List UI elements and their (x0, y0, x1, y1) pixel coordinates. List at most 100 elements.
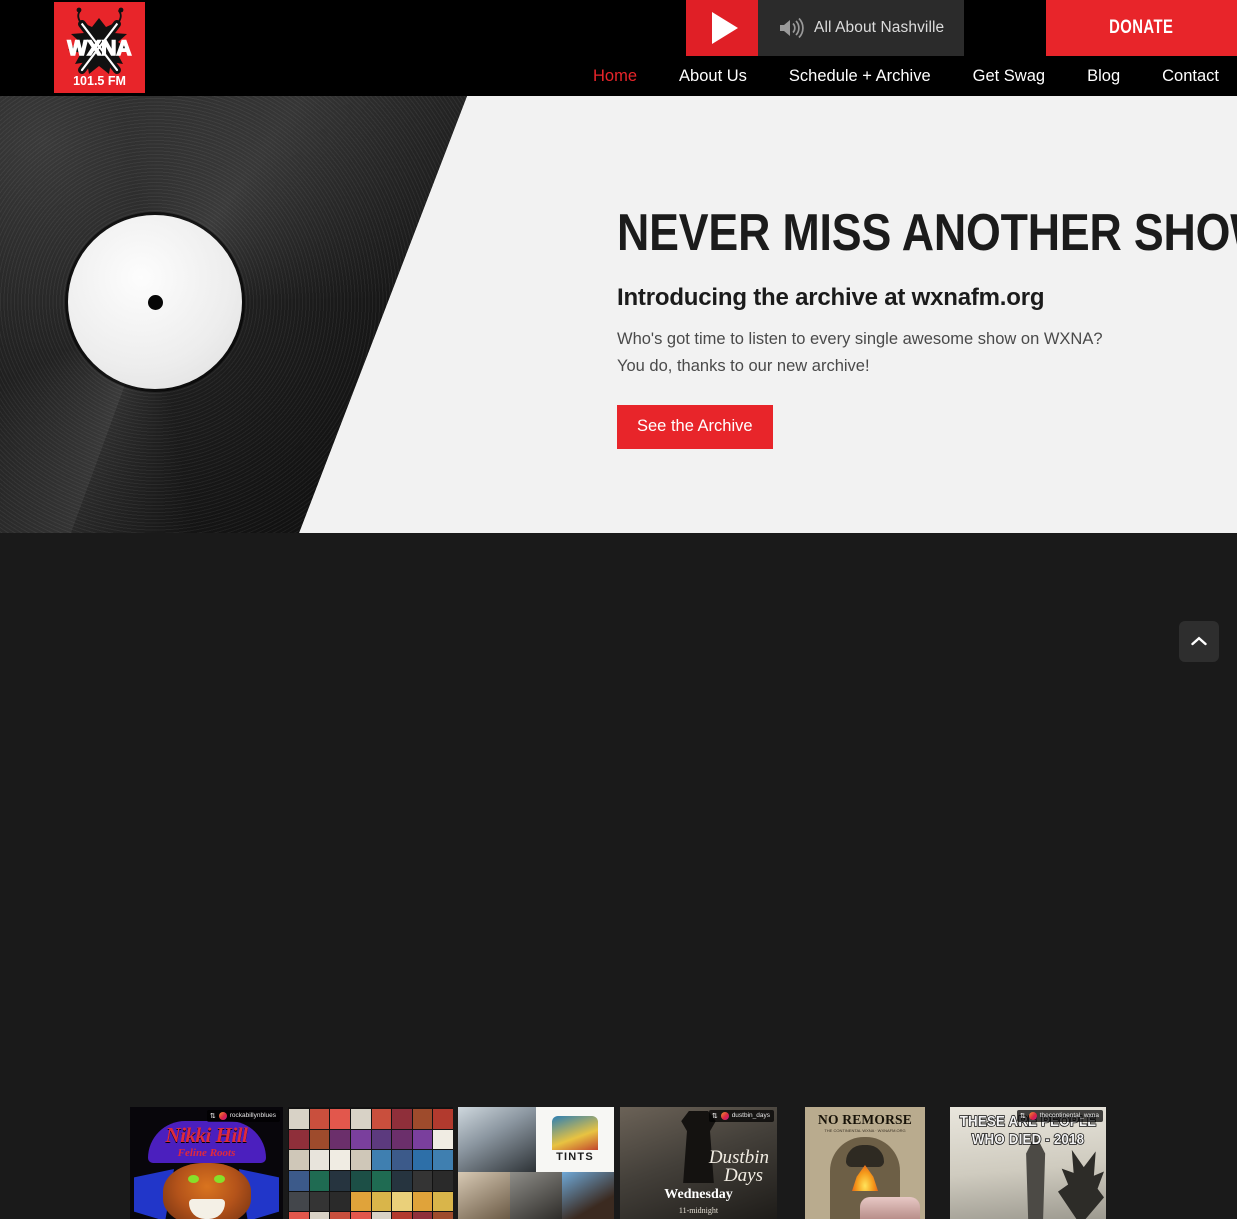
main-navigation: Home About Us Schedule + Archive Get Swa… (551, 56, 1237, 96)
avatar (218, 1112, 227, 1120)
album-thumbnail (350, 1129, 371, 1150)
album-thumbnail (433, 1150, 453, 1170)
album-thumbnail (350, 1109, 371, 1129)
nav-item-schedule-archive[interactable]: Schedule + Archive (789, 67, 931, 86)
tile-title: Nikki Hill (165, 1123, 248, 1147)
album-thumbnail (330, 1129, 350, 1150)
album-thumbnail (412, 1109, 433, 1129)
bear-eye-left (188, 1175, 199, 1183)
hero-section: NEVER MISS ANOTHER SHOW Introducing the … (0, 96, 1237, 533)
collage-photo-2: TINTS (536, 1107, 614, 1172)
album-thumbnail (309, 1129, 330, 1150)
album-thumbnail (371, 1150, 392, 1170)
album-thumbnail (350, 1191, 371, 1212)
wxna-dynamite-logo: WXNA 101.5 FM (54, 2, 145, 93)
nav-item-about-us[interactable]: About Us (679, 67, 747, 86)
gallery-tile-no-remorse[interactable]: NO REMORSE THE CONTINENTAL WXNA · WXNAFM… (805, 1107, 925, 1219)
album-thumbnail (392, 1191, 412, 1212)
album-thumbnail (309, 1150, 330, 1170)
repost-icon: ⇅ (1019, 1112, 1026, 1120)
album-thumbnail (309, 1170, 330, 1191)
hero-heading: NEVER MISS ANOTHER SHOW (617, 204, 1237, 262)
album-thumbnail (289, 1109, 309, 1129)
donate-label: DONATE (1109, 17, 1174, 38)
tile-title-line2: Days (723, 1165, 763, 1186)
album-thumbnail (309, 1109, 330, 1129)
nav-item-contact[interactable]: Contact (1162, 67, 1219, 86)
album-thumbnail (330, 1170, 350, 1191)
album-thumbnail (392, 1212, 412, 1219)
vinyl-spindle-hole (147, 294, 163, 310)
chevron-up-icon (1191, 636, 1207, 646)
scroll-to-top-button[interactable] (1179, 621, 1219, 662)
instagram-badge: ⇅ dustbin_days (708, 1110, 774, 1122)
instagram-username: thecontinental_wxna (1039, 1111, 1099, 1119)
instagram-username: dustbin_days (731, 1111, 770, 1119)
donate-button[interactable]: DONATE (1046, 0, 1237, 56)
nav-item-get-swag[interactable]: Get Swag (973, 67, 1045, 86)
album-thumbnail (289, 1129, 309, 1150)
album-thumbnail (309, 1212, 330, 1219)
play-button[interactable] (686, 0, 758, 56)
svg-text:101.5 FM: 101.5 FM (73, 74, 126, 88)
collage-top-row: TINTS (458, 1107, 614, 1172)
collage-photo-5 (562, 1171, 614, 1219)
now-playing-title: All About Nashville (814, 19, 945, 36)
album-thumbnail (309, 1191, 330, 1212)
album-thumbnail (371, 1129, 392, 1150)
album-thumbnail (350, 1150, 371, 1170)
instagram-badge: ⇅ thecontinental_wxna (1016, 1110, 1103, 1122)
tile-title: TINTS (556, 1150, 594, 1163)
site-header: WXNA 101.5 FM All About Nashville DONATE… (0, 0, 1237, 96)
gallery-tile-artist-collage[interactable]: TINTS (458, 1107, 614, 1219)
album-thumbnail (371, 1212, 392, 1219)
nav-item-blog[interactable]: Blog (1087, 67, 1120, 86)
gallery-tile-album-grid[interactable] (288, 1107, 453, 1219)
album-thumbnail (433, 1129, 453, 1150)
gallery-tile-nikki-hill[interactable]: Nikki Hill Feline Roots ⇅ rockabillynblu… (130, 1107, 283, 1219)
album-thumbnail (412, 1191, 433, 1212)
instagram-gallery: Nikki Hill Feline Roots ⇅ rockabillynblu… (0, 533, 1237, 1219)
album-thumbnail (392, 1129, 412, 1150)
play-icon (711, 12, 738, 44)
album-thumbnail (392, 1150, 412, 1170)
album-thumbnail (433, 1191, 453, 1212)
collage-photo-1 (458, 1107, 536, 1172)
hero-subheading: Introducing the archive at wxnafm.org (617, 284, 1045, 311)
album-thumbnail (412, 1129, 433, 1150)
avatar (720, 1112, 729, 1120)
album-thumbnail (412, 1212, 433, 1219)
see-the-archive-button[interactable]: See the Archive (617, 405, 773, 450)
repost-icon: ⇅ (711, 1112, 718, 1120)
svg-text:WXNA: WXNA (67, 37, 131, 60)
tile-title: NO REMORSE (818, 1112, 912, 1127)
album-thumbnail (350, 1212, 371, 1219)
album-thumbnail (433, 1170, 453, 1191)
album-thumbnail (392, 1170, 412, 1191)
tree-shape (1058, 1149, 1104, 1219)
church-spire-shape (1026, 1135, 1046, 1219)
gallery-tile-people-who-died[interactable]: THESE ARE PEOPLE WHO DIED - 2018 ⇅ theco… (950, 1107, 1106, 1219)
tile-subtitle: Feline Roots (177, 1147, 236, 1159)
wxna-logo[interactable]: WXNA 101.5 FM (54, 2, 145, 93)
tile-credit: THE CONTINENTAL WXNA · WXNAFM.ORG (824, 1128, 906, 1133)
instagram-badge: ⇅ rockabillynblues (206, 1110, 280, 1122)
album-thumbnail (289, 1191, 309, 1212)
album-thumbnail (433, 1212, 453, 1219)
nav-item-home[interactable]: Home (593, 67, 637, 86)
gallery-tile-dustbin-days[interactable]: Dustbin Days Wednesday 11-midnight ⇅ dus… (620, 1107, 777, 1219)
album-thumbnail (330, 1109, 350, 1129)
hero-body-text: Who's got time to listen to every single… (617, 330, 1103, 375)
album-thumbnail (330, 1212, 350, 1219)
album-thumbnail-grid (289, 1109, 453, 1219)
album-thumbnail (330, 1191, 350, 1212)
album-thumbnail (392, 1109, 412, 1129)
repost-icon: ⇅ (209, 1112, 216, 1120)
album-thumbnail (330, 1150, 350, 1170)
album-thumbnail (433, 1109, 453, 1129)
now-playing-bar[interactable]: All About Nashville (758, 0, 964, 56)
album-thumbnail (412, 1150, 433, 1170)
show-time: 11-midnight (678, 1206, 719, 1215)
album-thumbnail (412, 1170, 433, 1191)
collage-bottom-row (458, 1171, 614, 1219)
